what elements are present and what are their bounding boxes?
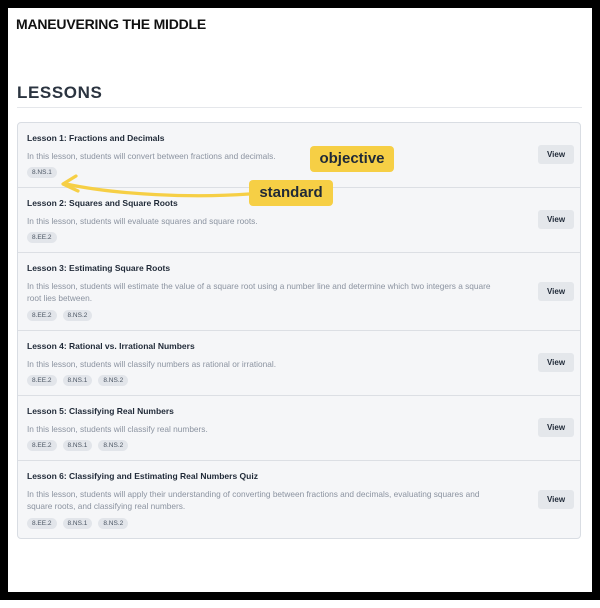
lesson-description: In this lesson, students will apply thei… (27, 489, 480, 511)
lesson-description: In this lesson, students will classify n… (27, 359, 277, 369)
standard-tag: 8.EE.2 (27, 440, 57, 451)
standard-tag: 8.NS.2 (62, 310, 93, 321)
heading-divider (17, 107, 582, 108)
standard-callout: standard (249, 180, 333, 206)
brand-logo-text: MANEUVERING THE MIDDLE (16, 16, 207, 32)
lesson-row: Lesson 6: Classifying and Estimating Rea… (18, 461, 580, 538)
objective-callout: objective (310, 146, 394, 172)
standards-tags: 8.EE.2 8.NS.1 8.NS.2 (27, 375, 129, 386)
standard-tag: 8.NS.2 (98, 518, 129, 529)
page-frame: MANEUVERING THE MIDDLE LESSONS Lesson 1:… (0, 0, 600, 600)
standard-tag: 8.EE.2 (27, 375, 57, 386)
standards-tags: 8.NS.1 (27, 167, 57, 178)
lesson-row: Lesson 4: Rational vs. Irrational Number… (18, 331, 580, 396)
standard-tag: 8.NS.2 (98, 440, 129, 451)
lesson-title: Lesson 1: Fractions and Decimals (27, 133, 165, 143)
standard-tag: 8.NS.1 (62, 518, 93, 529)
standard-tag: 8.NS.2 (98, 375, 129, 386)
view-lesson-1-button[interactable]: View (538, 145, 574, 164)
lesson-title: Lesson 6: Classifying and Estimating Rea… (27, 471, 258, 481)
view-lesson-6-button[interactable]: View (538, 490, 574, 509)
standard-tag: 8.EE.2 (27, 310, 57, 321)
standard-tag: 8.EE.2 (27, 518, 57, 529)
lesson-title: Lesson 2: Squares and Square Roots (27, 198, 178, 208)
view-lesson-3-button[interactable]: View (538, 282, 574, 301)
standards-tags: 8.EE.2 (27, 232, 57, 243)
lesson-description: In this lesson, students will evaluate s… (27, 216, 258, 226)
lesson-row: Lesson 5: Classifying Real Numbers In th… (18, 396, 580, 461)
view-lesson-2-button[interactable]: View (538, 210, 574, 229)
lesson-description: In this lesson, students will estimate t… (27, 281, 491, 303)
standard-tag: 8.NS.1 (62, 440, 93, 451)
standard-tag: 8.EE.2 (27, 232, 57, 243)
lesson-description: In this lesson, students will classify r… (27, 424, 208, 434)
lesson-row: Lesson 1: Fractions and Decimals In this… (18, 123, 580, 188)
page-title: LESSONS (17, 83, 103, 102)
lesson-title: Lesson 5: Classifying Real Numbers (27, 406, 174, 416)
lesson-title: Lesson 4: Rational vs. Irrational Number… (27, 341, 195, 351)
standards-tags: 8.EE.2 8.NS.1 8.NS.2 (27, 440, 129, 451)
view-lesson-5-button[interactable]: View (538, 418, 574, 437)
standards-tags: 8.EE.2 8.NS.2 (27, 310, 93, 321)
lesson-title: Lesson 3: Estimating Square Roots (27, 263, 171, 273)
standards-tags: 8.EE.2 8.NS.1 8.NS.2 (27, 518, 129, 529)
lesson-row: Lesson 3: Estimating Square Roots In thi… (18, 253, 580, 331)
view-lesson-4-button[interactable]: View (538, 353, 574, 372)
lesson-description: In this lesson, students will convert be… (27, 151, 276, 161)
standard-tag: 8.NS.1 (27, 167, 57, 178)
standard-tag: 8.NS.1 (62, 375, 93, 386)
